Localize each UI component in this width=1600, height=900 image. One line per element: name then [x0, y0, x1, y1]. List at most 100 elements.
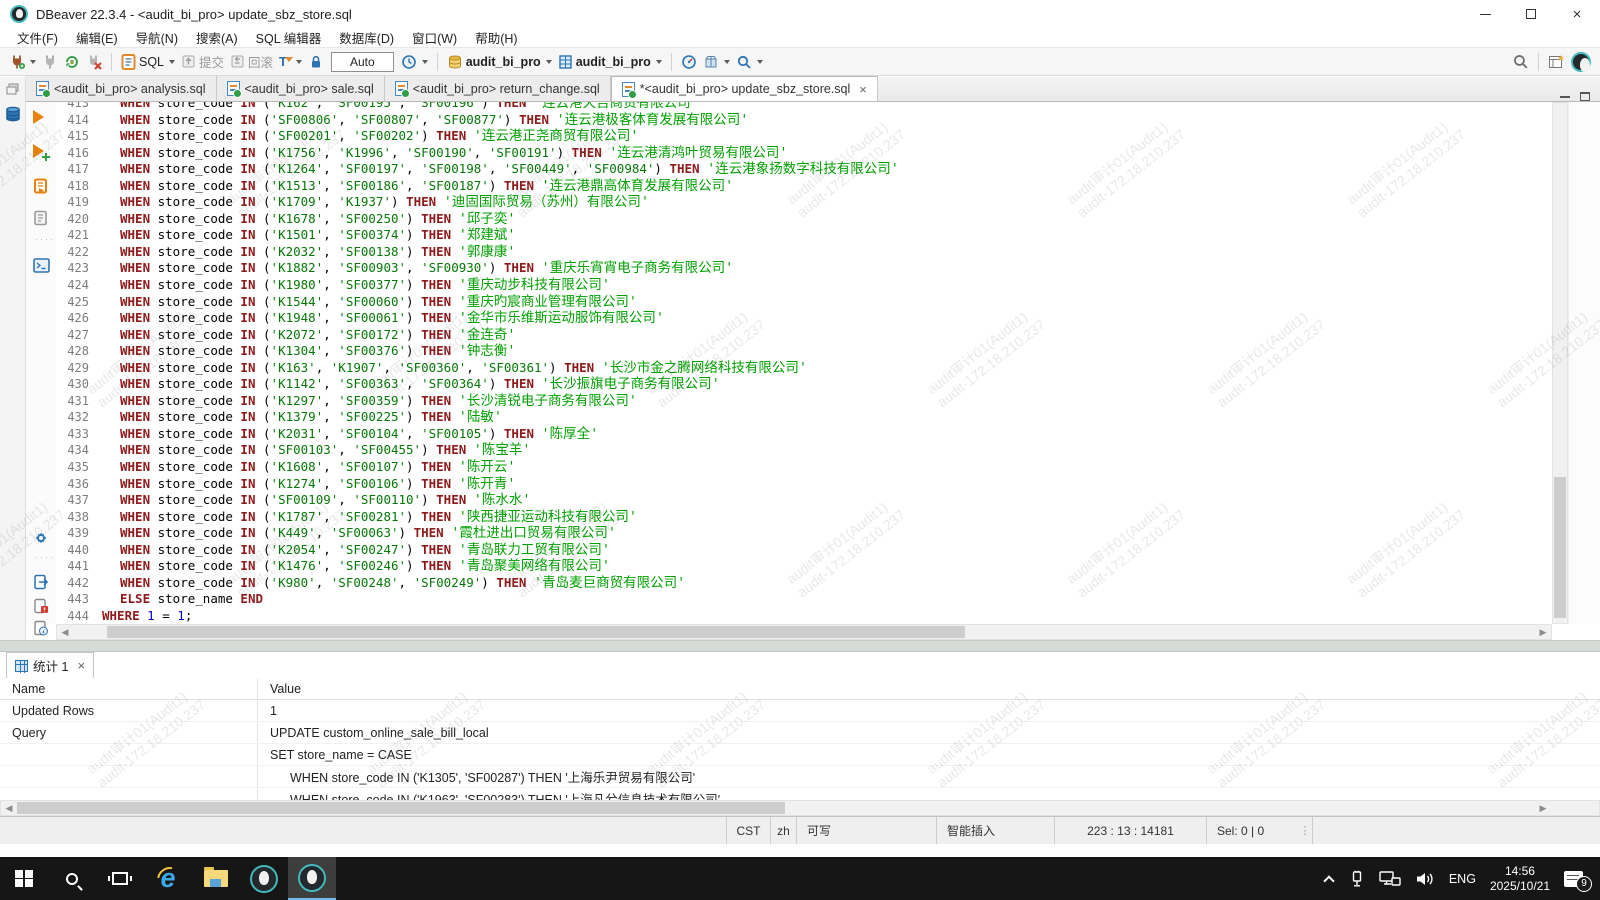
settings-button[interactable] — [33, 530, 49, 546]
connection-lock-button[interactable] — [305, 52, 327, 72]
code-line[interactable]: 422WHEN store_code IN ('K2032', 'SF00138… — [56, 244, 1552, 261]
menu-item[interactable]: 数据库(D) — [330, 27, 403, 48]
taskbar-search-button[interactable] — [48, 857, 96, 900]
editor-tab[interactable]: *<audit_bi_pro> update_sbz_store.sql× — [611, 76, 878, 101]
code-line[interactable]: 419WHEN store_code IN ('K1709', 'K1937')… — [56, 194, 1552, 211]
code-line[interactable]: 440WHEN store_code IN ('K2054', 'SF00247… — [56, 542, 1552, 559]
editor-horizontal-scrollbar[interactable]: ◀ ▶ — [56, 624, 1552, 640]
global-search-button[interactable] — [1509, 51, 1532, 72]
rollback-button[interactable]: 回滚 — [227, 50, 276, 73]
code-line[interactable]: 428WHEN store_code IN ('K1304', 'SF00376… — [56, 343, 1552, 360]
statusbar-item[interactable]: zh — [770, 817, 796, 844]
code-line[interactable]: 418WHEN store_code IN ('K1513', 'SF00186… — [56, 178, 1552, 195]
dashboard-button[interactable] — [678, 52, 700, 72]
results-horizontal-scrollbar[interactable]: ◀ ▶ — [0, 800, 1600, 816]
menu-item[interactable]: 编辑(E) — [67, 27, 127, 48]
scroll-right-icon[interactable]: ▶ — [1535, 625, 1551, 639]
code-line[interactable]: 435WHEN store_code IN ('K1608', 'SF00107… — [56, 459, 1552, 476]
code-line[interactable]: 444WHERE 1 = 1; — [56, 608, 1552, 624]
code-line[interactable]: 423WHEN store_code IN ('K1882', 'SF00903… — [56, 260, 1552, 277]
result-row[interactable]: WHEN store_code IN ('K1305', 'SF00287') … — [0, 766, 1600, 788]
result-row[interactable]: SET store_name = CASE — [0, 744, 1600, 766]
editor-tab[interactable]: <audit_bi_pro> return_change.sql — [385, 76, 611, 101]
code-line[interactable]: 431WHEN store_code IN ('K1297', 'SF00359… — [56, 393, 1552, 410]
notification-center-button[interactable]: 9 — [1564, 870, 1586, 888]
minimize-button[interactable] — [1462, 0, 1508, 28]
code-line[interactable]: 441WHEN store_code IN ('K1476', 'SF00246… — [56, 558, 1552, 575]
speaker-icon[interactable] — [1415, 870, 1435, 888]
code-line[interactable]: 443ELSE store_name END — [56, 591, 1552, 608]
sql-editor-button[interactable]: SQL — [118, 52, 178, 72]
tray-expand-icon[interactable] — [1323, 875, 1334, 886]
menu-item[interactable]: 帮助(H) — [466, 27, 526, 48]
column-header-value[interactable]: Value — [258, 682, 1600, 696]
menu-item[interactable]: SQL 编辑器 — [247, 27, 331, 48]
menu-item[interactable]: 导航(N) — [127, 27, 187, 48]
statusbar-item[interactable]: CST — [726, 817, 770, 844]
scrollbar-thumb[interactable] — [1554, 477, 1566, 617]
code-line[interactable]: 421WHEN store_code IN ('K1501', 'SF00374… — [56, 227, 1552, 244]
code-line[interactable]: 426WHEN store_code IN ('K1948', 'SF00061… — [56, 310, 1552, 327]
output-log-button[interactable] — [33, 620, 49, 636]
code-line[interactable]: 425WHEN store_code IN ('K1544', 'SF00060… — [56, 294, 1552, 311]
invalidate-connection-button[interactable] — [83, 52, 105, 72]
code-line[interactable]: 432WHEN store_code IN ('K1379', 'SF00225… — [56, 409, 1552, 426]
maximize-button[interactable] — [1508, 0, 1554, 28]
code-line[interactable]: 420WHEN store_code IN ('K1678', 'SF00250… — [56, 211, 1552, 228]
close-icon[interactable]: × — [859, 82, 867, 97]
file-explorer-button[interactable] — [192, 857, 240, 900]
code-line[interactable]: 436WHEN store_code IN ('K1274', 'SF00106… — [56, 476, 1552, 493]
usb-icon[interactable] — [1347, 870, 1365, 888]
scroll-left-icon[interactable]: ◀ — [57, 625, 73, 639]
code-line[interactable]: 414WHEN store_code IN ('SF00806', 'SF008… — [56, 112, 1552, 129]
result-row[interactable]: Updated Rows1 — [0, 700, 1600, 722]
scrollbar-thumb[interactable] — [17, 802, 785, 814]
commit-mode-box[interactable]: Auto — [331, 52, 394, 72]
statusbar-item[interactable]: Sel: 0 | 0 — [1206, 817, 1298, 844]
code-line[interactable]: 433WHEN store_code IN ('K2031', 'SF00104… — [56, 426, 1552, 443]
generate-package-button[interactable] — [700, 52, 733, 72]
language-indicator[interactable]: ENG — [1449, 872, 1476, 886]
start-button[interactable] — [0, 857, 48, 900]
results-tab-statistics[interactable]: 统计 1 × — [6, 652, 94, 678]
explain-plan-button[interactable] — [33, 210, 49, 226]
reconnect-button[interactable] — [61, 52, 83, 72]
maximize-view-icon[interactable] — [1580, 92, 1590, 101]
taskbar-clock[interactable]: 14:56 2025/10/21 — [1490, 864, 1550, 894]
statusbar-item[interactable]: 智能插入 — [936, 817, 1054, 844]
commit-button[interactable]: 提交 — [178, 50, 227, 73]
dbeaver-perspective-button[interactable] — [1568, 50, 1594, 74]
code-line[interactable]: 417WHEN store_code IN ('K1264', 'SF00197… — [56, 161, 1552, 178]
menu-item[interactable]: 窗口(W) — [403, 27, 466, 48]
database-selector[interactable]: audit_bi_pro — [444, 52, 555, 72]
restore-panel-icon[interactable] — [6, 83, 20, 95]
code-line[interactable]: 427WHEN store_code IN ('K2072', 'SF00172… — [56, 327, 1552, 344]
code-line[interactable]: 430WHEN store_code IN ('K1142', 'SF00363… — [56, 376, 1552, 393]
code-line[interactable]: 424WHEN store_code IN ('K1980', 'SF00377… — [56, 277, 1552, 294]
execute-script-button[interactable] — [33, 178, 49, 194]
scroll-right-icon[interactable]: ▶ — [1535, 801, 1551, 815]
dbeaver-taskbar-button[interactable] — [240, 857, 288, 900]
statusbar-item[interactable]: 223 : 13 : 14181 — [1054, 817, 1206, 844]
internet-explorer-button[interactable]: e — [144, 857, 192, 900]
editor-tab[interactable]: <audit_bi_pro> sale.sql — [217, 76, 385, 101]
editor-tab[interactable]: <audit_bi_pro> analysis.sql — [26, 76, 217, 101]
dbeaver-taskbar-button-active[interactable] — [288, 857, 336, 900]
sql-search-button[interactable] — [733, 52, 766, 72]
code-line[interactable]: 415WHEN store_code IN ('SF00201', 'SF002… — [56, 128, 1552, 145]
database-navigator-icon[interactable] — [4, 105, 22, 123]
editor-results-sash[interactable] — [0, 640, 1600, 652]
execute-statement-button[interactable] — [33, 110, 49, 126]
close-button[interactable]: × — [1554, 0, 1600, 28]
scroll-left-icon[interactable]: ◀ — [1, 801, 17, 815]
code-line[interactable]: 439WHEN store_code IN ('K449', 'SF00063'… — [56, 525, 1552, 542]
schema-selector[interactable]: audit_bi_pro — [555, 52, 665, 72]
code-line[interactable]: 437WHEN store_code IN ('SF00109', 'SF001… — [56, 492, 1552, 509]
disconnect-button[interactable] — [39, 52, 61, 72]
transaction-history-button[interactable] — [398, 52, 431, 72]
sql-editor[interactable]: 413WHEN store_code IN ('K162', 'SF00195'… — [56, 102, 1552, 624]
error-log-button[interactable] — [33, 598, 49, 614]
column-header-name[interactable]: Name — [0, 678, 258, 699]
menu-item[interactable]: 文件(F) — [8, 27, 67, 48]
code-line[interactable]: 416WHEN store_code IN ('K1756', 'K1996',… — [56, 145, 1552, 162]
